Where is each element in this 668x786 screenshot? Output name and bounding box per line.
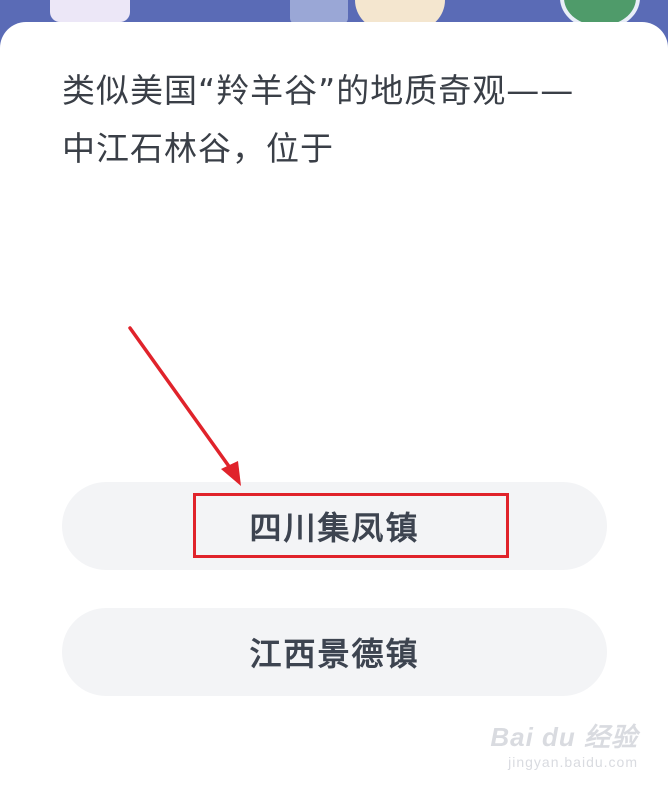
- annotation-arrow: [128, 326, 241, 486]
- watermark: Bai du 经验 jingyan.baidu.com: [490, 717, 638, 770]
- watermark-brand: Bai du 经验: [490, 722, 638, 752]
- watermark-url: jingyan.baidu.com: [508, 754, 638, 770]
